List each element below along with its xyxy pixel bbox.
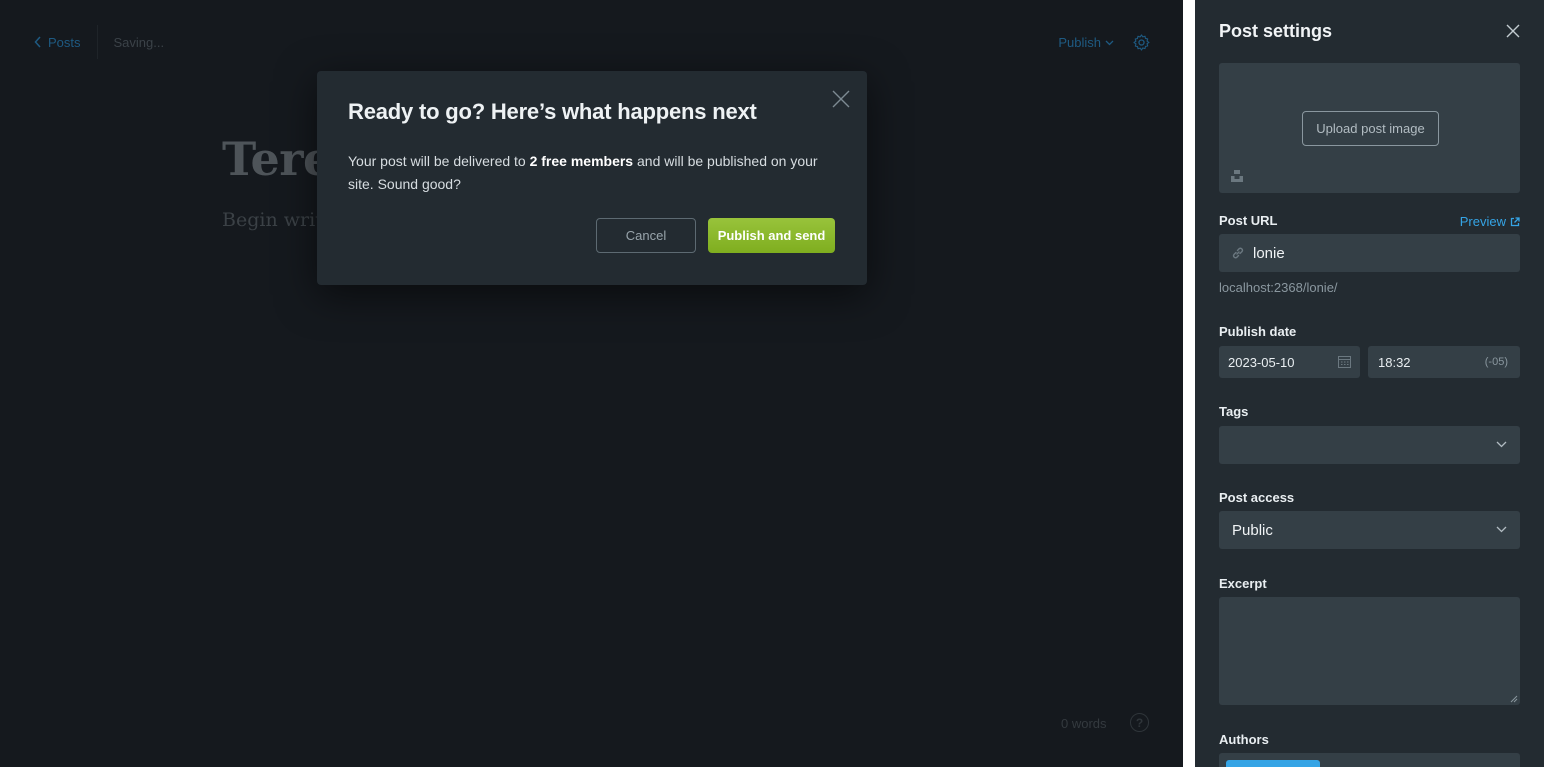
panel-close-button[interactable] bbox=[1506, 24, 1520, 43]
post-access-value: Public bbox=[1232, 521, 1273, 539]
post-url-hint: localhost:2368/lonie/ bbox=[1219, 280, 1338, 295]
preview-link-label: Preview bbox=[1459, 214, 1506, 229]
publish-menu-button[interactable]: Publish bbox=[1058, 35, 1114, 50]
panel-title: Post settings bbox=[1219, 21, 1333, 41]
authors-field[interactable] bbox=[1219, 753, 1520, 767]
modal-title: Ready to go? Here’s what happens next bbox=[348, 99, 757, 124]
help-icon[interactable]: ? bbox=[1130, 713, 1149, 732]
external-link-icon bbox=[1510, 216, 1520, 226]
timezone-offset: (-05) bbox=[1484, 356, 1508, 368]
back-link-label: Posts bbox=[48, 34, 81, 50]
chevron-down-icon bbox=[1105, 40, 1114, 45]
member-count: 2 free members bbox=[529, 153, 634, 169]
publish-date-field[interactable]: 2023-05-10 bbox=[1219, 346, 1360, 378]
tags-select[interactable] bbox=[1219, 426, 1520, 464]
resize-grip-icon[interactable] bbox=[1510, 695, 1518, 703]
publish-confirm-modal: Ready to go? Here’s what happens next Yo… bbox=[317, 71, 867, 285]
post-url-label: Post URL bbox=[1219, 213, 1278, 228]
back-to-posts-link[interactable]: Posts bbox=[34, 35, 81, 50]
publish-and-send-button[interactable]: Publish and send bbox=[708, 218, 835, 253]
cancel-button[interactable]: Cancel bbox=[596, 218, 696, 253]
gear-icon bbox=[1133, 34, 1150, 51]
publish-time-value: 18:32 bbox=[1378, 354, 1411, 370]
post-settings-panel: Post settings Upload post image Post URL… bbox=[1195, 0, 1544, 767]
post-access-label: Post access bbox=[1219, 490, 1295, 505]
post-body-placeholder[interactable]: Begin writ bbox=[222, 209, 323, 231]
word-count: 0 words bbox=[1061, 716, 1107, 731]
editor-topbar-right: Publish bbox=[1058, 33, 1151, 52]
save-status: Saving... bbox=[113, 34, 165, 50]
post-image-dropzone[interactable]: Upload post image bbox=[1219, 63, 1520, 193]
post-access-select[interactable]: Public bbox=[1219, 511, 1520, 549]
settings-gear-button[interactable] bbox=[1132, 33, 1151, 52]
chevron-left-icon bbox=[34, 36, 41, 48]
calendar-icon[interactable] bbox=[1338, 355, 1351, 368]
publish-time-field[interactable]: 18:32 (-05) bbox=[1368, 346, 1520, 378]
preview-link[interactable]: Preview bbox=[1460, 214, 1520, 229]
post-url-field[interactable]: lonie bbox=[1219, 234, 1520, 272]
publish-date-label: Publish date bbox=[1219, 324, 1297, 339]
unsplash-icon[interactable] bbox=[1230, 169, 1244, 183]
chevron-down-icon bbox=[1496, 526, 1507, 533]
excerpt-textarea[interactable] bbox=[1219, 597, 1520, 705]
excerpt-label: Excerpt bbox=[1219, 576, 1267, 591]
publish-menu-label: Publish bbox=[1058, 35, 1101, 50]
close-icon bbox=[1506, 24, 1520, 38]
author-token[interactable] bbox=[1226, 760, 1320, 767]
chevron-down-icon bbox=[1496, 441, 1507, 448]
modal-close-button[interactable] bbox=[832, 90, 850, 113]
modal-actions: Cancel Publish and send bbox=[596, 218, 835, 253]
upload-post-image-button[interactable]: Upload post image bbox=[1302, 111, 1439, 146]
authors-label: Authors bbox=[1219, 732, 1269, 747]
tags-label: Tags bbox=[1219, 404, 1249, 419]
close-icon bbox=[832, 90, 850, 108]
publish-date-value: 2023-05-10 bbox=[1228, 354, 1295, 370]
link-icon bbox=[1232, 247, 1244, 259]
topbar-divider bbox=[96, 25, 98, 59]
editor-topbar-left: Posts Saving... bbox=[34, 25, 165, 59]
panel-separator bbox=[1183, 0, 1195, 767]
modal-description: Your post will be delivered to 2 free me… bbox=[348, 150, 823, 196]
post-url-slug: lonie bbox=[1253, 244, 1285, 262]
modal-text-part1: Your post will be delivered to bbox=[348, 153, 530, 169]
